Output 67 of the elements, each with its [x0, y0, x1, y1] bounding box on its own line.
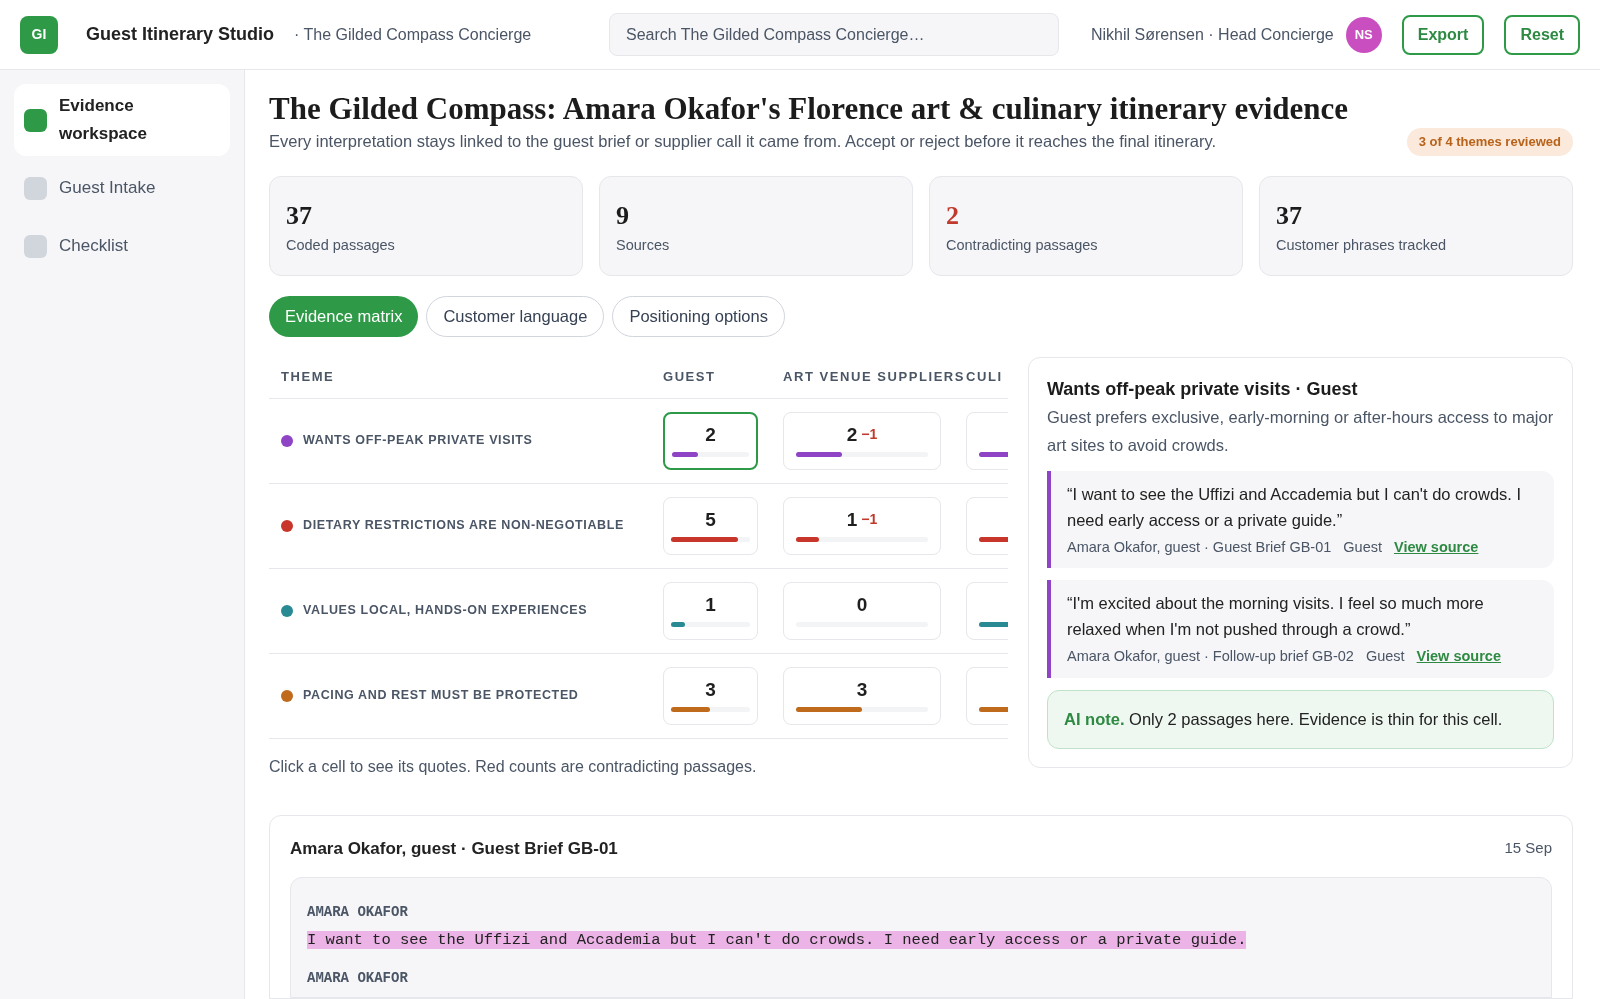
app-name: Guest Itinerary Studio	[86, 23, 275, 46]
matrix-footnote: Click a cell to see its quotes. Red counts are contradicting passages.	[269, 756, 758, 777]
header-button[interactable]: Reset	[1504, 14, 1580, 55]
matrix-cell[interactable]: 2	[663, 411, 758, 470]
matrix-cell[interactable]: 1 −1	[783, 496, 941, 555]
review-badge: 3 of 4 themes reviewed	[1406, 128, 1573, 156]
page-subtitle: Every interpretation stays linked to the guest brief or supplier call it came from. Accept or reject before it reaches the final itinerary.	[269, 131, 1217, 153]
passage-count: 2	[705, 424, 716, 444]
passage-count: 0	[856, 594, 868, 614]
workspace-name: · The Gilded Compass Concierge	[294, 24, 532, 45]
passage-count: 1	[846, 509, 858, 529]
theme-label: VALUES LOCAL, HANDS-ON EXPERIENCES	[303, 602, 588, 620]
stat-label: Customer phrases tracked	[1276, 235, 1448, 255]
speaker-label: AMARA OKAFOR	[307, 903, 409, 922]
stat-value: 2	[946, 200, 960, 231]
contradiction-count: −1	[861, 427, 878, 441]
header-button[interactable]: Export	[1401, 14, 1485, 55]
speaker-label: AMARA OKAFOR	[307, 969, 409, 989]
page-title: The Gilded Compass: Amara Okafor's Florence art & culinary itinerary evidence	[269, 90, 1350, 128]
matrix-cell[interactable]: 0	[783, 581, 941, 640]
stat-value: 37	[286, 200, 313, 231]
quote-tag: Guest	[1343, 536, 1382, 559]
quote-source: Amara Okafor, guest · Follow-up brief GB-02	[1067, 647, 1354, 667]
matrix-cell[interactable]: 2 −1	[783, 411, 941, 470]
passage-count: 2	[846, 424, 858, 444]
detail-description: Guest prefers exclusive, early-morning or after-hours access to major art sites to avoid crowds.	[1047, 406, 1554, 456]
matrix-cell[interactable]: 3	[783, 666, 941, 725]
view-source-link[interactable]: View source	[1394, 536, 1479, 559]
quote-tag: Guest	[1365, 646, 1405, 668]
view-source-link[interactable]: View source	[1416, 646, 1501, 668]
theme-label: WANTS OFF-PEAK PRIVATE VISITS	[303, 432, 533, 450]
app-logo: GI	[20, 15, 58, 54]
passage-count: 1	[705, 594, 716, 614]
quote-text: “I want to see the Uffizi and Accademia but I can't do crowds. I need early access or a private guide.”	[1067, 483, 1523, 531]
theme-label: PACING AND REST MUST BE PROTECTED	[303, 687, 579, 705]
user-avatar[interactable]: NS	[1345, 16, 1382, 53]
passage-count: 3	[856, 679, 868, 699]
stat-label: Contradicting passages	[946, 235, 1099, 255]
passage-count: 3	[705, 679, 716, 699]
stat-label: Coded passages	[286, 235, 396, 255]
sidebar-item[interactable]: Evidence workspace	[14, 84, 230, 156]
column-header: ART VENUE SUPPLIERS	[783, 368, 966, 387]
quote-text: “I'm excited about the morning visits. I feel so much more relaxed when I'm not pushed through a crowd.”	[1067, 593, 1485, 641]
theme-label: DIETARY RESTRICTIONS ARE NON-NEGOTIABLE	[303, 517, 624, 535]
quote-source: Amara Okafor, guest · Guest Brief GB-01	[1067, 537, 1332, 557]
matrix-cell[interactable]: 5	[663, 496, 758, 555]
detail-title: Wants off-peak private visits · Guest	[1047, 377, 1359, 401]
source-title: Amara Okafor, guest · Guest Brief GB-01	[290, 837, 618, 860]
sidebar-item[interactable]: Checklist	[14, 220, 230, 272]
matrix-cell[interactable]: 1	[663, 581, 758, 640]
passage-count: 5	[705, 509, 716, 529]
column-header: GUEST	[663, 368, 717, 387]
sidebar-item[interactable]: Guest Intake	[14, 162, 230, 214]
column-header: CULI	[966, 368, 1003, 387]
view-tab[interactable]: Evidence matrix	[269, 295, 419, 337]
contradiction-count: −1	[861, 512, 878, 526]
view-tab[interactable]: Customer language	[426, 295, 605, 337]
column-header: THEME	[280, 368, 336, 387]
view-tab[interactable]: Positioning options	[612, 295, 785, 337]
user-name: Nikhil Sørensen · Head Concierge	[1090, 24, 1334, 45]
stat-value: 9	[616, 200, 630, 231]
ai-note: AI note. Only 2 passages here. Evidence is thin for this cell.	[1047, 690, 1554, 749]
stat-label: Sources	[616, 235, 671, 255]
matrix-cell[interactable]: 3	[663, 666, 758, 725]
stat-value: 37	[1276, 200, 1303, 231]
source-date: 15 Sep	[1504, 838, 1552, 858]
search-field[interactable]: Search The Gilded Compass Concierge…	[608, 13, 1059, 56]
